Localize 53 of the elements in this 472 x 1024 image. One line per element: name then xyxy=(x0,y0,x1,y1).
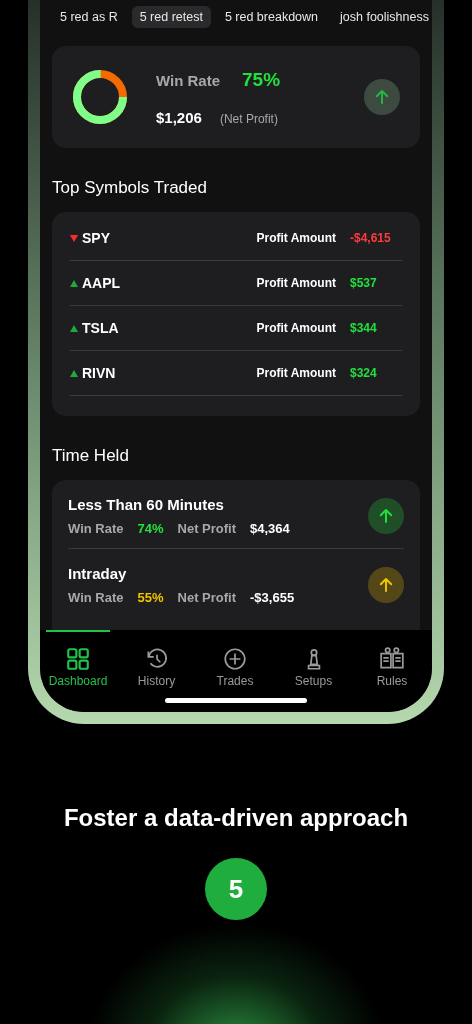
nav-tab[interactable]: Rules xyxy=(360,630,424,688)
net-profit-value: $4,364 xyxy=(250,521,290,536)
trend-badge[interactable] xyxy=(368,498,404,534)
profit-label: Profit Amount xyxy=(256,366,336,380)
win-rate-label: Win Rate xyxy=(68,590,124,605)
section-title: Time Held xyxy=(52,446,130,466)
net-profit-value: -$3,655 xyxy=(250,590,295,605)
win-rate-value: 55% xyxy=(137,590,164,605)
net-profit-label: (Net Profit) xyxy=(219,111,278,126)
nav-tab[interactable]: Trades xyxy=(203,630,267,688)
up-triangle-icon xyxy=(70,324,78,332)
headline: Foster a data-driven approach xyxy=(63,804,409,832)
grid-icon xyxy=(65,646,91,672)
win-rate-label: Win Rate xyxy=(68,521,124,536)
up-arrow-icon xyxy=(377,576,395,594)
plus-circle-icon xyxy=(222,646,248,672)
step-number: 5 xyxy=(205,858,267,920)
net-profit-value: $1,206 xyxy=(156,108,202,126)
up-triangle-icon xyxy=(70,279,78,287)
filter-tab[interactable]: 5 red breakdown xyxy=(216,6,327,28)
win-rate-value: 74% xyxy=(137,521,164,536)
down-triangle-icon xyxy=(70,234,78,242)
trend-badge[interactable] xyxy=(364,79,400,115)
symbol-name: RIVN xyxy=(82,365,117,381)
nav-tab[interactable]: History xyxy=(124,630,189,688)
book-icon xyxy=(379,646,405,672)
profit-label: Profit Amount xyxy=(256,231,336,245)
filter-tab[interactable]: 5 red as R xyxy=(52,6,126,28)
symbol-name: TSLA xyxy=(82,320,120,336)
win-rate-value: 75% xyxy=(242,68,281,91)
profit-amount: $324 xyxy=(350,366,378,380)
period-title: Intraday xyxy=(68,565,128,582)
period-title: Less Than 60 Minutes xyxy=(68,496,225,513)
net-profit-label: Net Profit xyxy=(177,590,237,605)
symbol-name: AAPL xyxy=(82,275,122,291)
profit-amount: $537 xyxy=(350,276,378,290)
profit-amount: -$4,615 xyxy=(350,231,392,245)
profit-amount: $344 xyxy=(350,321,378,335)
filter-tab[interactable]: 5 red retest xyxy=(131,6,211,28)
section-title: Top Symbols Traded xyxy=(52,178,208,198)
up-arrow-icon xyxy=(373,88,391,106)
profit-label: Profit Amount xyxy=(256,321,336,335)
profit-label: Profit Amount xyxy=(256,276,336,290)
trend-badge[interactable] xyxy=(368,567,404,603)
up-arrow-icon xyxy=(377,507,395,525)
filter-tab[interactable]: josh foolishness xyxy=(332,6,432,28)
win-rate-label: Win Rate xyxy=(156,71,221,89)
up-triangle-icon xyxy=(70,369,78,377)
net-profit-label: Net Profit xyxy=(177,521,237,536)
nav-tab[interactable]: Dashboard xyxy=(46,630,110,688)
symbol-name: SPY xyxy=(82,230,111,246)
nav-tab[interactable]: Setups xyxy=(281,630,346,688)
win-rate-donut xyxy=(72,69,128,125)
